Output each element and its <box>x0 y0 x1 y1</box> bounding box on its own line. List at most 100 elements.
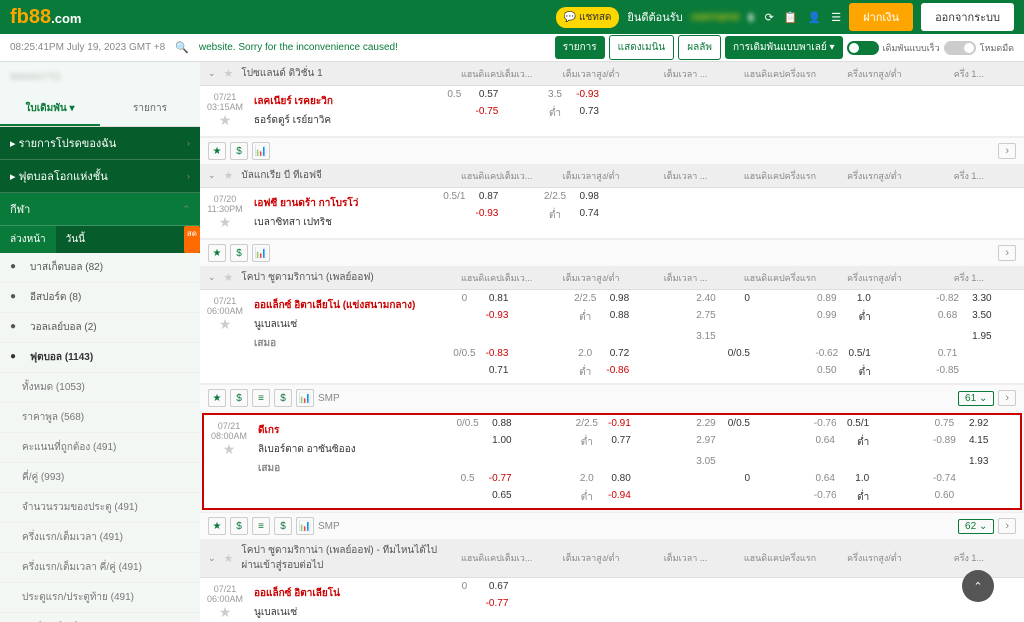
odds-cell[interactable]: 0.99ต่ำ <box>782 309 903 326</box>
fav-icon[interactable]: ★ <box>208 389 226 407</box>
odds-cell[interactable]: 3.5-0.93 <box>521 88 622 101</box>
balance-icon[interactable]: ฿ <box>748 11 755 24</box>
odds-cell[interactable]: 0.5/10.87 <box>420 190 521 203</box>
quick-bet-toggle[interactable] <box>847 41 879 55</box>
odds-cell[interactable]: 0.5-0.77 <box>424 472 543 485</box>
odds-cell[interactable]: 0.64ต่ำ <box>782 434 901 451</box>
odds-cell[interactable] <box>541 597 662 610</box>
odds-cell[interactable]: 0.71 <box>420 364 541 381</box>
sidebar-item[interactable]: คี่/คู่ (993) <box>0 463 200 493</box>
odds-cell[interactable]: 0/0.5 <box>662 347 783 360</box>
odds-cell[interactable]: 3.15 <box>662 330 783 343</box>
odds-cell[interactable]: 2/2.50.98 <box>521 190 622 203</box>
star-icon[interactable]: ★ <box>223 441 236 457</box>
odds-cell[interactable] <box>621 207 722 224</box>
logo[interactable]: fb88.com <box>10 6 81 29</box>
sidebar-item[interactable]: ●บาสเก็ตบอล (82) <box>0 253 200 283</box>
star-icon[interactable]: ★ <box>224 169 234 182</box>
odds-cell[interactable] <box>923 207 1024 224</box>
more-bets-count[interactable]: 62 ⌄ <box>958 519 994 534</box>
refresh-icon[interactable]: ⟳ <box>765 11 774 24</box>
sidebar-section-sports[interactable]: กีฬา⌃ <box>0 193 200 226</box>
odds-cell[interactable] <box>782 580 903 593</box>
chat-button[interactable]: 💬 แชทสด <box>556 7 620 28</box>
odds-cell[interactable] <box>722 207 823 224</box>
odds-cell[interactable]: -0.74 <box>901 472 1020 485</box>
star-icon[interactable]: ★ <box>224 552 234 565</box>
odds-cell[interactable]: 2/2.50.98 <box>541 292 662 305</box>
cash-icon[interactable]: $ <box>230 517 248 535</box>
sidebar-tab-betslip[interactable]: ใบเดิมพัน ▾ <box>0 93 100 126</box>
odds-cell[interactable]: -0.894.15 <box>901 434 1020 451</box>
odds-cell[interactable]: 0.50ต่ำ <box>782 364 903 381</box>
odds-cell[interactable]: ต่ำ-0.86 <box>541 364 662 381</box>
star-icon[interactable]: ★ <box>224 271 234 284</box>
odds-cell[interactable]: 0.50.57 <box>420 88 521 101</box>
deposit-button[interactable]: ฝากเงิน <box>849 3 913 31</box>
odds-cell[interactable]: 0.683.50 <box>903 309 1024 326</box>
expand-arrow[interactable]: › <box>998 518 1016 534</box>
odds-cell[interactable]: 0.891.0 <box>782 292 903 305</box>
odds-cell[interactable]: 0.60 <box>901 489 1020 506</box>
odds-cell[interactable]: ต่ำ-0.94 <box>543 489 662 506</box>
odds-cell[interactable]: -0.93 <box>420 309 541 326</box>
odds-cell[interactable] <box>722 190 823 203</box>
odds-cell[interactable] <box>662 597 783 610</box>
odds-cell[interactable]: -0.77 <box>420 597 541 610</box>
cash-icon[interactable]: $ <box>230 142 248 160</box>
odds-cell[interactable] <box>662 489 781 506</box>
star-icon[interactable]: ★ <box>219 214 232 230</box>
odds-cell[interactable] <box>823 207 924 224</box>
odds-cell[interactable]: 2.290/0.5 <box>662 417 781 430</box>
logout-button[interactable]: ออกจากระบบ <box>921 3 1014 31</box>
odds-cell[interactable] <box>621 190 722 203</box>
odds-cell[interactable] <box>782 455 901 468</box>
odds-cell[interactable] <box>923 88 1024 101</box>
odds-cell[interactable]: ต่ำ0.88 <box>541 309 662 326</box>
league-header[interactable]: ⌄★โปซแลนด์ ดิวิชั่น 1แฮนดิแคปเต็มเว...เต… <box>200 62 1024 86</box>
fav-icon[interactable]: ★ <box>208 142 226 160</box>
odds-cell[interactable]: ต่ำ0.77 <box>543 434 662 451</box>
star-icon[interactable]: ★ <box>219 316 232 332</box>
league-header[interactable]: ⌄★โคปา ซูดามริกาน่า (เพลย์ออฟ)แฮนดิแคปเต… <box>200 266 1024 290</box>
list-icon[interactable]: ≡ <box>252 389 270 407</box>
odds-cell[interactable] <box>662 580 783 593</box>
odds-cell[interactable]: 0/0.5-0.83 <box>420 347 541 360</box>
search-icon[interactable]: 🔍 <box>175 41 189 54</box>
odds-cell[interactable]: -0.93 <box>420 207 521 224</box>
odds-cell[interactable]: 2.97 <box>662 434 781 451</box>
list-icon[interactable]: ≡ <box>252 517 270 535</box>
odds-cell[interactable]: -0.760.5/1 <box>782 417 901 430</box>
odds-cell[interactable] <box>662 364 783 381</box>
scroll-top-button[interactable]: ⌃ <box>962 570 994 602</box>
odds-cell[interactable]: 2.75 <box>662 309 783 326</box>
odds-cell[interactable] <box>621 88 722 101</box>
odds-cell[interactable] <box>782 597 903 610</box>
league-header[interactable]: ⌄★โคปา ซูดามริกาน่า (เพลย์ออฟ) - ทีมไหนไ… <box>200 539 1024 578</box>
odds-cell[interactable]: -0.75 <box>420 105 521 122</box>
fav-icon[interactable]: ★ <box>208 244 226 262</box>
stats-icon[interactable]: 📊 <box>252 244 270 262</box>
sidebar-item[interactable]: ประตูแรก/ประตูท้าย (491) <box>0 583 200 613</box>
odds-cell[interactable]: -0.76ต่ำ <box>782 489 901 506</box>
sidebar-item[interactable]: ●วอลเลย์บอล (2) <box>0 313 200 343</box>
sidebar-section-top[interactable]: ▸ ฟุตบอลโอกแห่งชั้น› <box>0 160 200 193</box>
odds-cell[interactable]: 00.81 <box>420 292 541 305</box>
odds-cell[interactable] <box>823 88 924 101</box>
odds-cell[interactable] <box>823 190 924 203</box>
odds-cell[interactable]: 2/2.5-0.91 <box>543 417 662 430</box>
odds-cell[interactable]: 0/0.50.88 <box>424 417 543 430</box>
sidebar-section-favorites[interactable]: ▸ รายการโปรดของฉัน› <box>0 127 200 160</box>
odds-cell[interactable] <box>420 330 541 343</box>
odds-cell[interactable]: 0.752.92 <box>901 417 1020 430</box>
sidebar-subtab-today[interactable]: วันนี้ <box>56 226 95 253</box>
user-icon[interactable]: 👤 <box>808 11 822 24</box>
dark-mode-toggle[interactable] <box>944 41 976 55</box>
expand-arrow[interactable]: › <box>998 390 1016 406</box>
expand-arrow[interactable]: › <box>998 143 1016 159</box>
dollar-icon[interactable]: $ <box>274 389 292 407</box>
more-bets-count[interactable]: 61 ⌄ <box>958 391 994 406</box>
sidebar-item[interactable]: ●อีสปอร์ต (8) <box>0 283 200 313</box>
odds-cell[interactable] <box>541 580 662 593</box>
odds-cell[interactable]: -0.85 <box>903 364 1024 381</box>
